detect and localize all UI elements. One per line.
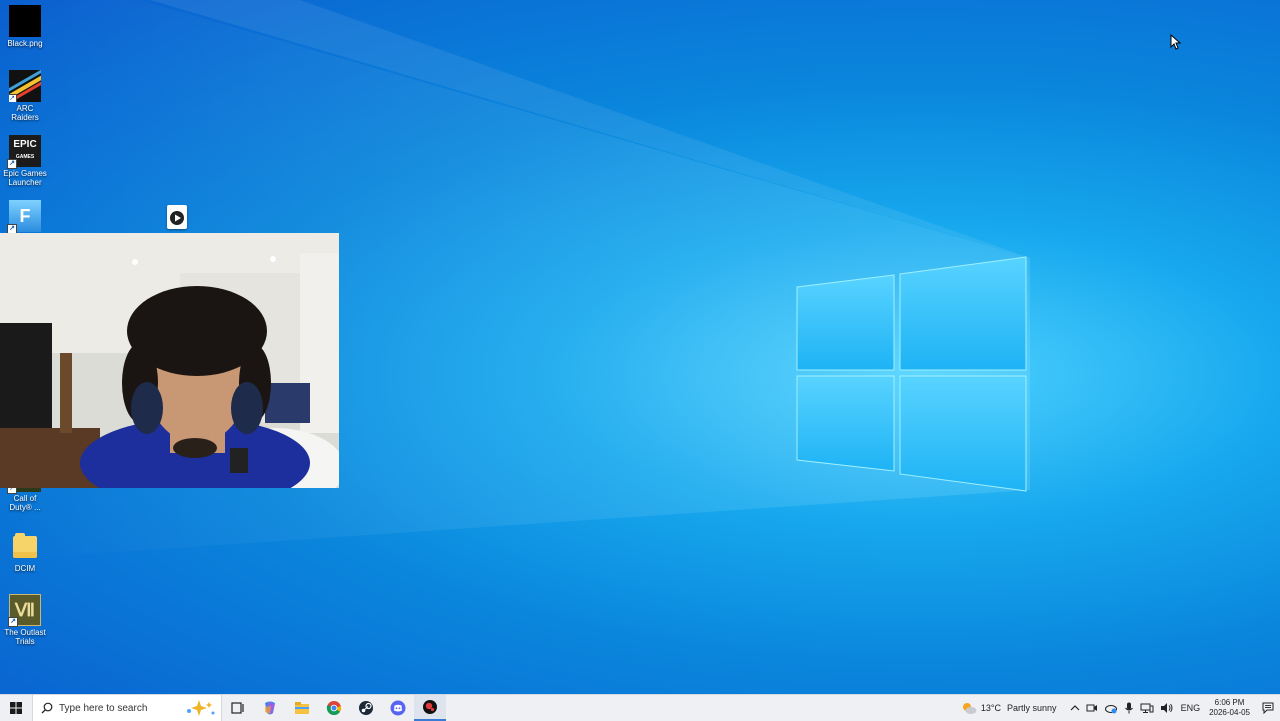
copilot-button[interactable] (254, 695, 286, 721)
search-icon (41, 702, 53, 714)
clock-date: 2026-04-05 (1209, 708, 1250, 717)
weather-temp: 13°C (980, 703, 1002, 713)
notifications-icon (1262, 702, 1274, 714)
weather-widget[interactable]: 13°C Partly sunny (961, 701, 1057, 715)
network-button[interactable] (1140, 702, 1154, 714)
volume-icon (1160, 703, 1173, 713)
desktop-icon-outlast-trials[interactable]: Ⅶ ↗ The Outlast Trials (2, 594, 48, 646)
chrome-button[interactable] (318, 695, 350, 721)
task-view-button[interactable] (222, 695, 254, 721)
desktop-icon-label: Black.png (7, 39, 43, 48)
desktop-icon-epic-games[interactable]: EPIC GAMES ↗ Epic Games Launcher (2, 135, 48, 187)
desktop-icon-black-png[interactable]: Black.png (2, 5, 48, 48)
desktop-icon-label: DCIM (14, 564, 36, 573)
folder-icon (9, 530, 41, 562)
recording-app-icon (423, 700, 437, 714)
onedrive-icon (1104, 705, 1117, 714)
fortnite-icon: F ↗ (7, 200, 41, 234)
microphone-button[interactable] (1124, 702, 1134, 714)
copilot-icon (265, 701, 275, 715)
webcam-overlay (0, 233, 339, 488)
notifications-button[interactable] (1256, 695, 1280, 721)
show-hidden-icons-button[interactable] (1070, 704, 1080, 712)
desktop-icon-label: Call of Duty® ... (9, 494, 41, 512)
start-button[interactable] (0, 695, 32, 721)
desktop-icon-dcim[interactable]: DCIM (2, 530, 48, 573)
microphone-icon (1124, 702, 1133, 714)
desktop-icon-label: The Outlast Trials (4, 628, 46, 646)
play-icon[interactable] (167, 205, 187, 229)
clock-time: 6:06 PM (1214, 698, 1245, 707)
onedrive-button[interactable] (1104, 702, 1118, 714)
system-tray: 13°C Partly sunny ENG 6:06 PM 2026-04-05 (958, 695, 1280, 721)
language-indicator[interactable]: ENG (1181, 703, 1201, 713)
taskbar: Type here to search 13°C Partly sunny EN… (0, 694, 1280, 721)
recording-app-button[interactable] (414, 695, 446, 721)
steam-icon (359, 701, 373, 715)
file-explorer-icon (295, 702, 309, 714)
epic-games-icon: EPIC GAMES ↗ (7, 135, 41, 169)
chevron-up-icon (1070, 705, 1079, 711)
discord-button[interactable] (382, 695, 414, 721)
mouse-pointer-icon (1170, 34, 1182, 50)
network-icon (1140, 703, 1154, 713)
steam-button[interactable] (350, 695, 382, 721)
chrome-icon (326, 701, 342, 716)
meet-now-button[interactable] (1086, 702, 1098, 714)
search-input[interactable]: Type here to search (32, 695, 222, 721)
windows-start-icon (10, 702, 22, 714)
black-image-icon (9, 5, 41, 37)
desktop-icon-label: ARC Raiders (11, 104, 39, 122)
file-explorer-button[interactable] (286, 695, 318, 721)
discord-icon (390, 700, 406, 716)
outlast-trials-icon: Ⅶ ↗ (8, 594, 41, 627)
meet-now-icon (1086, 704, 1097, 712)
desktop-icon-arc-raiders[interactable]: ↗ ARC Raiders (2, 70, 48, 122)
desktop[interactable]: Black.png ↗ ARC Raiders EPIC GAMES ↗ Epic… (0, 0, 1280, 694)
volume-button[interactable] (1160, 702, 1174, 714)
task-view-icon (231, 702, 244, 714)
arc-raiders-icon: ↗ (9, 70, 41, 102)
sparkle-icon (187, 700, 215, 716)
search-placeholder: Type here to search (59, 702, 148, 714)
partly-sunny-icon (962, 703, 977, 714)
weather-condition: Partly sunny (1007, 703, 1057, 713)
desktop-icon-label: Epic Games Launcher (3, 169, 47, 187)
desktop-icon-fortnite[interactable]: F ↗ (2, 200, 48, 234)
clock[interactable]: 6:06 PM 2026-04-05 (1209, 698, 1250, 718)
